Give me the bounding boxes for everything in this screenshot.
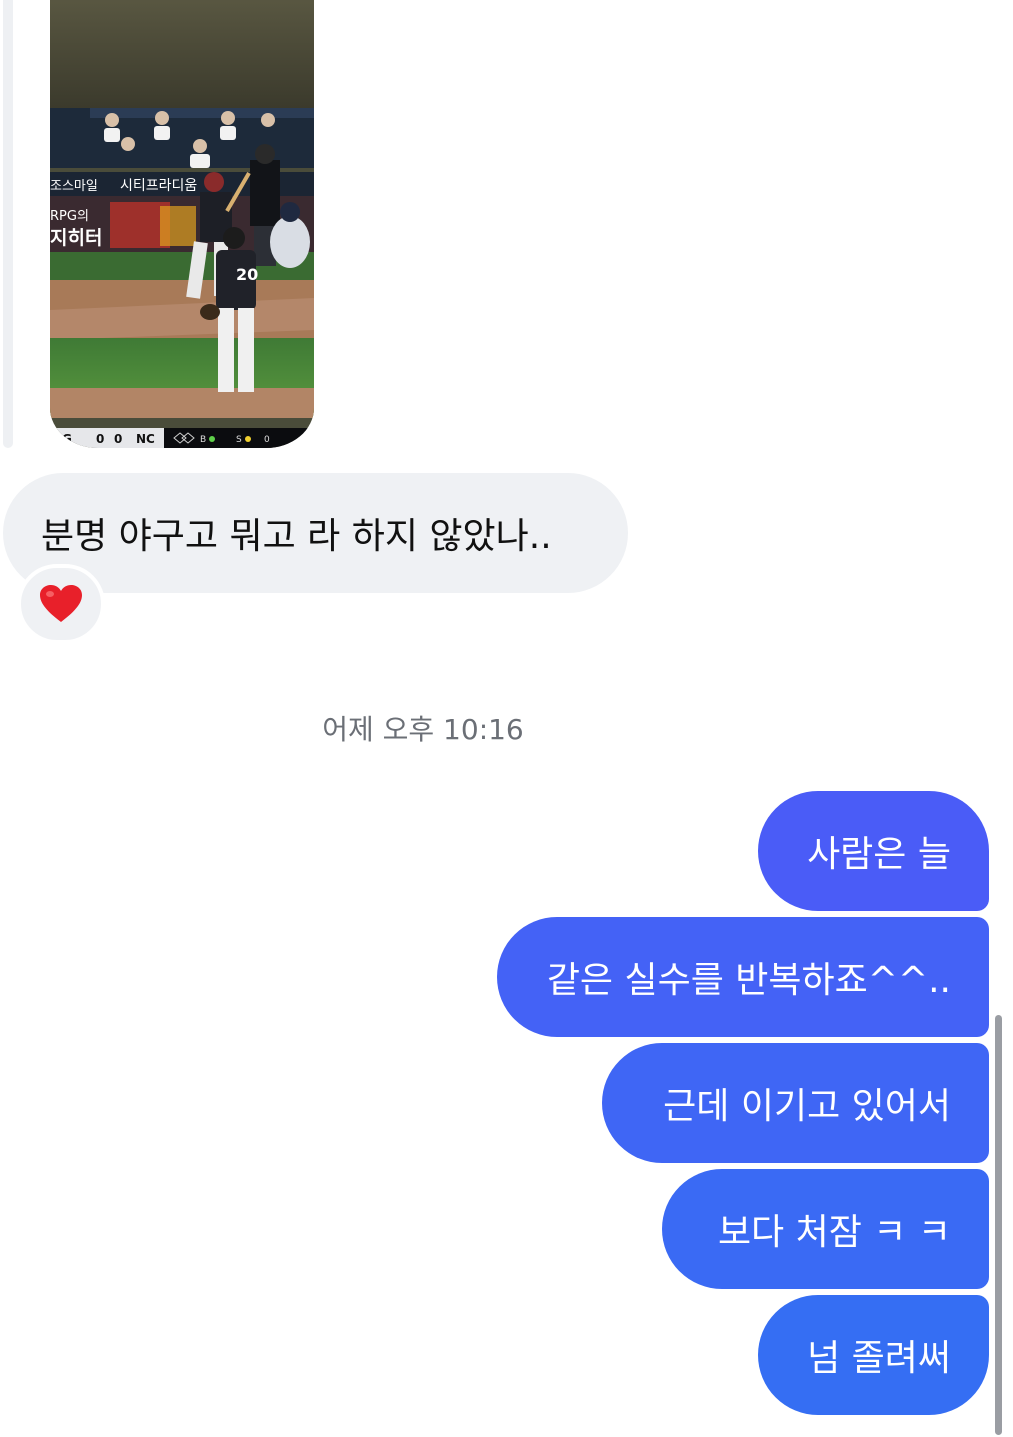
scrollbar[interactable] xyxy=(995,1015,1002,1435)
sent-message-text: 같은 실수를 반복하죠^^.. xyxy=(546,960,951,1001)
received-message-text: 분명 야구고 뭐고 라 하지 않았나.. xyxy=(41,516,552,557)
wall-banner-text: RPG의 xyxy=(50,209,89,224)
sent-message-text: 근데 이기고 있어서 xyxy=(663,1086,951,1127)
message-timestamp: 어제 오후 10:16 xyxy=(322,713,524,746)
svg-text:20: 20 xyxy=(236,265,258,284)
wall-banner-text: 지히터 xyxy=(50,227,102,249)
sent-message-text: 넘 졸려써 xyxy=(807,1338,951,1379)
scoreboard-home-team: NC xyxy=(136,432,155,446)
received-photo[interactable]: 시티프라디움 조스마일 RPG의 지히터 20 G 0 0 NC B S 0 xyxy=(50,0,314,448)
sent-message-bubble[interactable]: 근데 이기고 있어서 xyxy=(602,1043,989,1163)
sent-message-text: 보다 처잠 ㅋ ㅋ xyxy=(717,1212,951,1253)
scoreboard-strikes: S xyxy=(236,435,242,445)
ad-board-text: 시티프라디움 xyxy=(120,178,197,194)
sent-message-bubble[interactable]: 같은 실수를 반복하죠^^.. xyxy=(497,917,989,1037)
reply-thread-line xyxy=(3,0,13,448)
received-message-bubble[interactable]: 분명 야구고 뭐고 라 하지 않았나.. xyxy=(3,473,628,593)
baseball-broadcast-image: 시티프라디움 조스마일 RPG의 지히터 20 G 0 0 NC B S 0 xyxy=(50,0,314,448)
sent-message-bubble[interactable]: 보다 처잠 ㅋ ㅋ xyxy=(662,1169,989,1289)
reaction-badge[interactable] xyxy=(17,564,105,644)
ad-board-text: 조스마일 xyxy=(50,179,98,194)
sent-message-text: 사람은 늘 xyxy=(807,834,951,875)
red-heart-icon xyxy=(40,585,82,622)
sent-message-bubble[interactable]: 사람은 늘 xyxy=(758,791,989,911)
scoreboard-away-team: G xyxy=(62,432,72,446)
scoreboard-balls: B xyxy=(200,435,206,445)
scoreboard-away-score: 0 xyxy=(96,432,104,446)
sent-message-bubble[interactable]: 넘 졸려써 xyxy=(758,1295,989,1415)
scoreboard-home-score: 0 xyxy=(114,432,122,446)
scoreboard-outs: 0 xyxy=(264,435,270,445)
